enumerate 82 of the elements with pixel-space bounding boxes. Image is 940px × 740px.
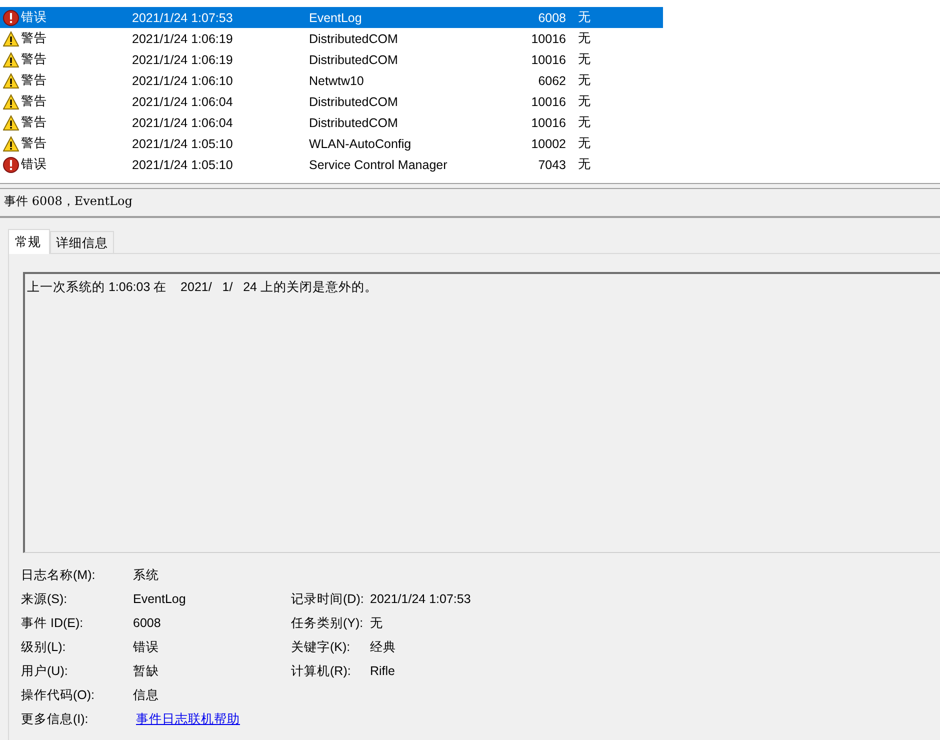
task-text: 无 bbox=[578, 114, 591, 131]
event-row[interactable]: 错误 2021/1/24 1:05:10 Service Control Manager 7043 无 bbox=[0, 154, 663, 175]
event-title: 事件 6008，EventLog bbox=[3, 193, 134, 210]
event-id-text: 6008 bbox=[537, 10, 566, 24]
event-row[interactable]: 警告 2021/1/24 1:06:19 DistributedCOM 10016 无 bbox=[0, 28, 663, 49]
field-value: EventLog bbox=[133, 591, 187, 607]
event-id-text: 6062 bbox=[537, 74, 566, 88]
task-text: 无 bbox=[578, 135, 591, 152]
level-text: 警告 bbox=[21, 135, 48, 152]
source-text: WLAN-AutoConfig bbox=[309, 136, 412, 150]
warning-icon bbox=[3, 94, 19, 110]
source-text: DistributedCOM bbox=[309, 32, 399, 46]
field-value: 信息 bbox=[133, 687, 160, 703]
date-text: 2021/1/24 1:05:10 bbox=[132, 158, 234, 172]
level-text: 错误 bbox=[21, 9, 48, 26]
date-text: 2021/1/24 1:07:53 bbox=[132, 10, 234, 24]
event-id-text: 10016 bbox=[530, 94, 566, 108]
task-text: 无 bbox=[578, 72, 591, 89]
level-text: 警告 bbox=[21, 114, 48, 131]
field-value: 经典 bbox=[370, 639, 397, 655]
field-label: 任务类别(Y): bbox=[291, 615, 364, 631]
field-value: 错误 bbox=[133, 639, 160, 655]
tab[interactable]: 详细信息 bbox=[50, 231, 114, 253]
event-row[interactable]: 警告 2021/1/24 1:06:10 Netwtw10 6062 无 bbox=[0, 70, 663, 91]
source-text: Service Control Manager bbox=[309, 158, 448, 172]
field-label: 来源(S): bbox=[21, 591, 68, 607]
warning-icon bbox=[3, 114, 19, 130]
level-text: 警告 bbox=[21, 51, 48, 68]
task-text: 无 bbox=[578, 156, 591, 173]
task-text: 无 bbox=[578, 51, 591, 68]
source-text: DistributedCOM bbox=[309, 52, 399, 66]
field-label: 记录时间(D): bbox=[291, 591, 365, 607]
field-label: 事件 ID(E): bbox=[21, 615, 84, 631]
date-text: 2021/1/24 1:06:04 bbox=[132, 94, 234, 108]
event-id-text: 10016 bbox=[530, 32, 566, 46]
field-label: 日志名称(M): bbox=[21, 567, 96, 583]
field-value: 系统 bbox=[133, 567, 160, 583]
field-value: 暂缺 bbox=[133, 663, 160, 679]
field-value: 6008 bbox=[133, 615, 162, 631]
level-text: 警告 bbox=[21, 93, 48, 110]
warning-icon bbox=[3, 72, 19, 88]
message-text: 上一次系统的 1:06:03 在 2021/ 1/ 24 上的关闭是意外的。 bbox=[27, 280, 378, 294]
field-label: 用户(U): bbox=[21, 663, 69, 679]
event-row[interactable]: 警告 2021/1/24 1:05:10 WLAN-AutoConfig 10002 无 bbox=[0, 133, 663, 154]
source-text: DistributedCOM bbox=[309, 116, 399, 130]
error-icon bbox=[3, 156, 19, 172]
field-value: 2021/1/24 1:07:53 bbox=[370, 591, 472, 607]
help-link[interactable]: 事件日志联机帮助 bbox=[136, 712, 240, 726]
task-text: 无 bbox=[578, 30, 591, 47]
field-value: Rifle bbox=[370, 663, 396, 679]
date-text: 2021/1/24 1:06:04 bbox=[132, 116, 234, 130]
field-label: 计算机(R): bbox=[291, 663, 352, 679]
date-text: 2021/1/24 1:05:10 bbox=[132, 136, 234, 150]
level-text: 警告 bbox=[21, 72, 48, 89]
warning-icon bbox=[3, 136, 19, 152]
task-text: 无 bbox=[578, 9, 591, 26]
event-row[interactable]: 错误 2021/1/24 1:07:53 EventLog 6008 无 bbox=[0, 7, 663, 28]
event-id-text: 10016 bbox=[530, 116, 566, 130]
event-id-text: 10016 bbox=[530, 52, 566, 66]
field-value: 无 bbox=[370, 615, 384, 631]
source-text: Netwtw10 bbox=[309, 74, 365, 88]
level-text: 警告 bbox=[21, 30, 48, 47]
event-id-text: 10002 bbox=[530, 136, 566, 150]
source-text: EventLog bbox=[309, 10, 363, 24]
event-row[interactable]: 警告 2021/1/24 1:06:19 DistributedCOM 10016 无 bbox=[0, 49, 663, 70]
event-id-text: 7043 bbox=[537, 158, 566, 172]
field-label: 更多信息(I): bbox=[21, 711, 90, 727]
date-text: 2021/1/24 1:06:19 bbox=[132, 52, 234, 66]
field-label: 关键字(K): bbox=[291, 639, 352, 655]
warning-icon bbox=[3, 30, 19, 46]
field-label: 级别(L): bbox=[21, 639, 67, 655]
warning-icon bbox=[3, 52, 19, 68]
error-icon bbox=[3, 10, 19, 26]
date-text: 2021/1/24 1:06:10 bbox=[132, 74, 234, 88]
event-row[interactable]: 警告 2021/1/24 1:06:04 DistributedCOM 10016 无 bbox=[0, 91, 663, 112]
date-text: 2021/1/24 1:06:19 bbox=[132, 32, 234, 46]
field-label: 操作代码(O): bbox=[21, 687, 96, 703]
event-row[interactable]: 警告 2021/1/24 1:06:04 DistributedCOM 10016 无 bbox=[0, 112, 663, 133]
task-text: 无 bbox=[578, 93, 591, 110]
level-text: 错误 bbox=[21, 156, 48, 173]
tab[interactable]: 常规 bbox=[8, 229, 50, 254]
source-text: DistributedCOM bbox=[309, 94, 399, 108]
